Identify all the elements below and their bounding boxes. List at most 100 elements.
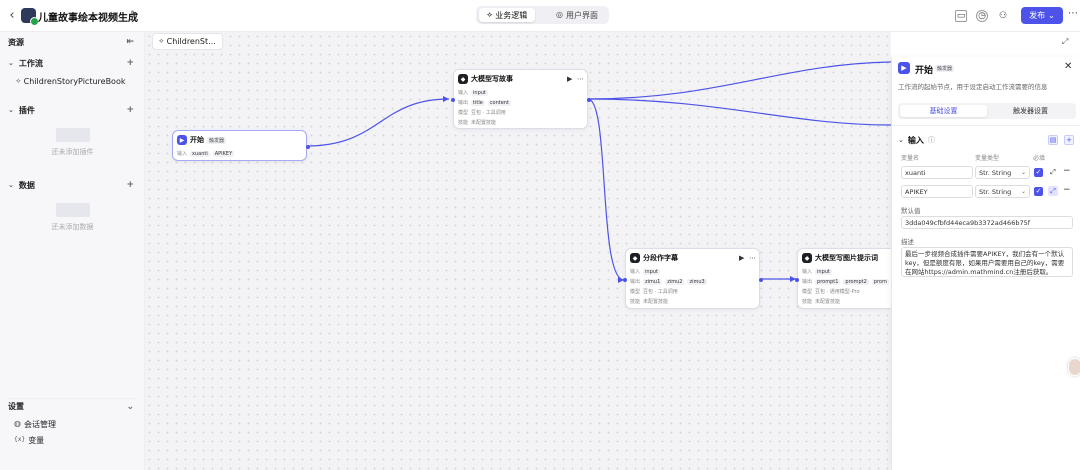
node-input-row: 输入 input	[630, 268, 660, 275]
output-port[interactable]	[306, 145, 310, 149]
description-label: 描述	[901, 238, 914, 246]
variable-name-input[interactable]: APIKEY	[901, 185, 973, 198]
required-checkbox[interactable]: ✓	[1034, 187, 1043, 196]
node-output-row: 输出 zimu1 zimu2 zimu3	[630, 278, 707, 285]
input-port[interactable]	[451, 98, 455, 102]
node-inputs-row: 输入 xuanti APIKEY	[177, 150, 235, 157]
info-icon[interactable]: ⓘ	[928, 137, 935, 144]
node-llm-image-prompt[interactable]: ◆ 大模型写图片提示词 输入 input 输出 prompt1 prompt2 …	[795, 248, 891, 309]
add-data-icon[interactable]: +	[126, 180, 134, 190]
variable-type-select[interactable]: Str. String ⌄	[975, 166, 1030, 179]
section-label: 设置	[8, 402, 24, 411]
node-title: 分段作字幕	[643, 254, 678, 262]
section-label: 数据	[18, 180, 35, 190]
output-port[interactable]	[587, 98, 591, 102]
row-label: 输入	[458, 90, 469, 96]
node-title: 大模型写故事	[471, 75, 513, 83]
variable-icon: {x}	[14, 436, 26, 443]
workflow-breadcrumb[interactable]: ⟡ ChildrenSt...	[152, 33, 223, 50]
variable-name-input[interactable]: xuanti	[901, 166, 973, 179]
required-checkbox[interactable]: ✓	[1034, 168, 1043, 177]
tab-basic-settings[interactable]: 基础设置	[900, 105, 987, 117]
more-icon[interactable]: ⋯	[749, 254, 756, 262]
node-llm-split[interactable]: ◆ 分段作字幕 ▶ ⋯ 输入 input 输出 zimu1 zimu2 zimu…	[623, 248, 763, 309]
bulk-edit-icon[interactable]: ▤	[1048, 135, 1058, 145]
row-label: 输出	[802, 279, 813, 285]
expand-arrow-icon[interactable]: ⤢	[1048, 186, 1058, 196]
clipboard-icon[interactable]: ▭	[955, 10, 967, 22]
row-label: 输出	[630, 279, 641, 285]
tab-user-interface[interactable]: ◎ 用户界面	[548, 8, 606, 22]
node-model-row: 模型 豆包 · 工具调用	[458, 109, 506, 116]
chevron-down-icon: ⌄	[1020, 168, 1026, 176]
node-title: 大模型写图片提示词	[815, 254, 878, 262]
history-icon[interactable]: ◷	[976, 10, 988, 22]
resource-sidebar: 资源 ⇤ ⌄ 工作流 + ⟡ ChildrenStoryPictureBook …	[0, 32, 145, 470]
run-node-icon[interactable]: ▶	[739, 254, 744, 262]
close-icon[interactable]: ✕	[1064, 62, 1072, 72]
sidebar-item-label: 会话管理	[23, 419, 56, 429]
model-name: 豆包 · 工具调用	[471, 110, 506, 116]
edit-icon[interactable]: ✎	[129, 10, 139, 20]
node-output-row: 输出 prompt1 prompt2 prom	[802, 278, 890, 285]
model-name: 豆包 · 工具调用	[643, 289, 678, 295]
section-plugins[interactable]: ⌄ 插件 +	[8, 103, 136, 117]
variable-type-select[interactable]: Str. String ⌄	[975, 185, 1030, 198]
llm-icon: ◆	[802, 253, 812, 263]
panel-description: 工作流的起始节点，用于设定启动工作流需要的信息	[898, 83, 1048, 91]
sidebar-item-conversation[interactable]: ◍ 会话管理	[14, 417, 136, 431]
section-workflow[interactable]: ⌄ 工作流 +	[8, 56, 136, 70]
row-label: 输入	[630, 269, 641, 275]
chevron-down-icon: ⌄	[126, 401, 134, 412]
node-header: ◆ 大模型写图片提示词	[802, 253, 878, 263]
chevron-down-icon: ⌄	[898, 136, 904, 144]
output-port[interactable]	[759, 278, 763, 282]
output-pill: zimu3	[687, 278, 707, 285]
sidebar-item-label: ChildrenStoryPictureBook	[23, 76, 126, 86]
row-label: 技能	[458, 120, 469, 126]
workflow-icon: ⟡	[487, 10, 493, 19]
remove-variable-icon[interactable]: −	[1063, 186, 1071, 195]
empty-placeholder-image	[56, 203, 90, 217]
sidebar-item-label: 变量	[28, 435, 45, 445]
expand-icon[interactable]: ⤢	[1062, 38, 1068, 46]
input-section-header[interactable]: ⌄ 输入 ⓘ	[898, 135, 935, 146]
tab-business-logic[interactable]: ⟡ 业务逻辑	[479, 8, 536, 22]
skill-value: 未配置技能	[643, 299, 669, 305]
node-skill-row: 技能 未配置技能	[458, 119, 496, 126]
collapse-sidebar-icon[interactable]: ⇤	[126, 37, 134, 47]
back-icon[interactable]: ‹	[6, 8, 18, 22]
sidebar-item-variables[interactable]: {x} 变量	[14, 433, 136, 447]
publish-button[interactable]: 发布 ⌄	[1021, 7, 1063, 24]
skill-value: 未配置技能	[815, 299, 841, 305]
section-settings[interactable]: 设置 ⌄	[8, 398, 136, 412]
assistant-avatar[interactable]	[1068, 358, 1080, 376]
add-plugin-icon[interactable]: +	[126, 105, 134, 115]
tab-trigger-settings[interactable]: 触发器设置	[987, 105, 1074, 117]
run-node-icon[interactable]: ▶	[567, 75, 572, 83]
input-port[interactable]	[623, 278, 627, 282]
sidebar-item-workflow[interactable]: ⟡ ChildrenStoryPictureBook	[16, 74, 136, 88]
more-icon[interactable]: ⋯	[577, 75, 584, 83]
tab-label: 用户界面	[565, 10, 598, 20]
trigger-badge: 触发器	[207, 136, 227, 144]
start-node-icon: ▶	[898, 62, 910, 74]
expand-arrow-icon[interactable]: ⤢	[1048, 167, 1058, 177]
description-textarea[interactable]: 最后一步视频合成插件需要APIKEY，我们会有一个默认key，但是额度有限，如果…	[901, 247, 1073, 277]
node-llm-story[interactable]: ◆ 大模型写故事 ▶ ⋯ 输入 input 输出 title content 模…	[451, 69, 591, 129]
node-input-row: 输入 input	[802, 268, 832, 275]
section-label: 工作流	[18, 58, 43, 68]
input-pill: xuanti	[190, 150, 210, 157]
users-icon[interactable]: ⚇	[997, 10, 1009, 22]
row-label: 模型	[802, 289, 813, 295]
add-variable-icon[interactable]: +	[1064, 135, 1074, 145]
node-start[interactable]: ▶ 开始 触发器 输入 xuanti APIKEY	[172, 130, 310, 161]
input-port[interactable]	[795, 278, 799, 282]
empty-placeholder-image	[56, 128, 90, 142]
default-value-input[interactable]: 3dda049cfbfd44eca9b3372ad466b75f	[901, 216, 1073, 229]
section-data[interactable]: ⌄ 数据 +	[8, 178, 136, 192]
remove-variable-icon[interactable]: −	[1063, 167, 1071, 176]
llm-icon: ◆	[630, 253, 640, 263]
more-icon[interactable]: ⋯	[1068, 9, 1078, 19]
add-workflow-icon[interactable]: +	[126, 58, 134, 68]
